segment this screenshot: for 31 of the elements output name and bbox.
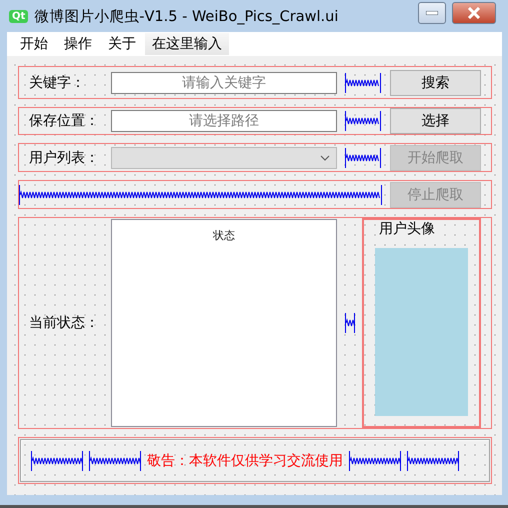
minimize-icon — [426, 11, 438, 15]
status-label: 当前状态： — [29, 314, 100, 332]
close-button[interactable] — [452, 2, 496, 24]
action-button[interactable]: 搜索 — [390, 70, 481, 96]
menu-entry-field[interactable]: 在这里输入 — [145, 33, 229, 55]
spacer-icon — [89, 450, 141, 470]
field-label: 保存位置： — [29, 112, 100, 130]
menu-item[interactable]: 开始 — [13, 33, 55, 55]
spacer-icon — [407, 450, 459, 470]
field-label: 用户列表： — [29, 148, 100, 166]
text-field[interactable]: 请选择路径 — [111, 110, 337, 132]
menu-item[interactable]: 操作 — [57, 33, 99, 55]
action-button[interactable]: 选择 — [390, 108, 481, 134]
chevron-icon — [320, 154, 330, 160]
close-icon — [467, 7, 481, 19]
qt-logo: Qt — [9, 10, 28, 22]
menu-item[interactable]: 关于 — [101, 33, 143, 55]
spacer-icon — [345, 72, 381, 92]
spacer-icon — [349, 450, 401, 470]
spacer-icon — [345, 111, 381, 131]
group-title: 用户头像 — [376, 220, 438, 238]
spacer-icon — [345, 148, 381, 168]
text-field[interactable]: 请输入关键字 — [111, 72, 337, 94]
window-title: 微博图片小爬虫-V1.5 - WeiBo_Pics_Crawl.ui — [34, 8, 340, 26]
spacer-icon — [19, 184, 382, 204]
spacer-icon — [31, 450, 83, 470]
minimize-button[interactable] — [418, 2, 446, 24]
field-label: 关键字： — [29, 74, 86, 92]
status-header: 状态 — [213, 228, 235, 242]
spacer-icon — [344, 313, 354, 333]
notice-text: 敬告：本软件仅供学习交流使用 — [147, 452, 343, 470]
